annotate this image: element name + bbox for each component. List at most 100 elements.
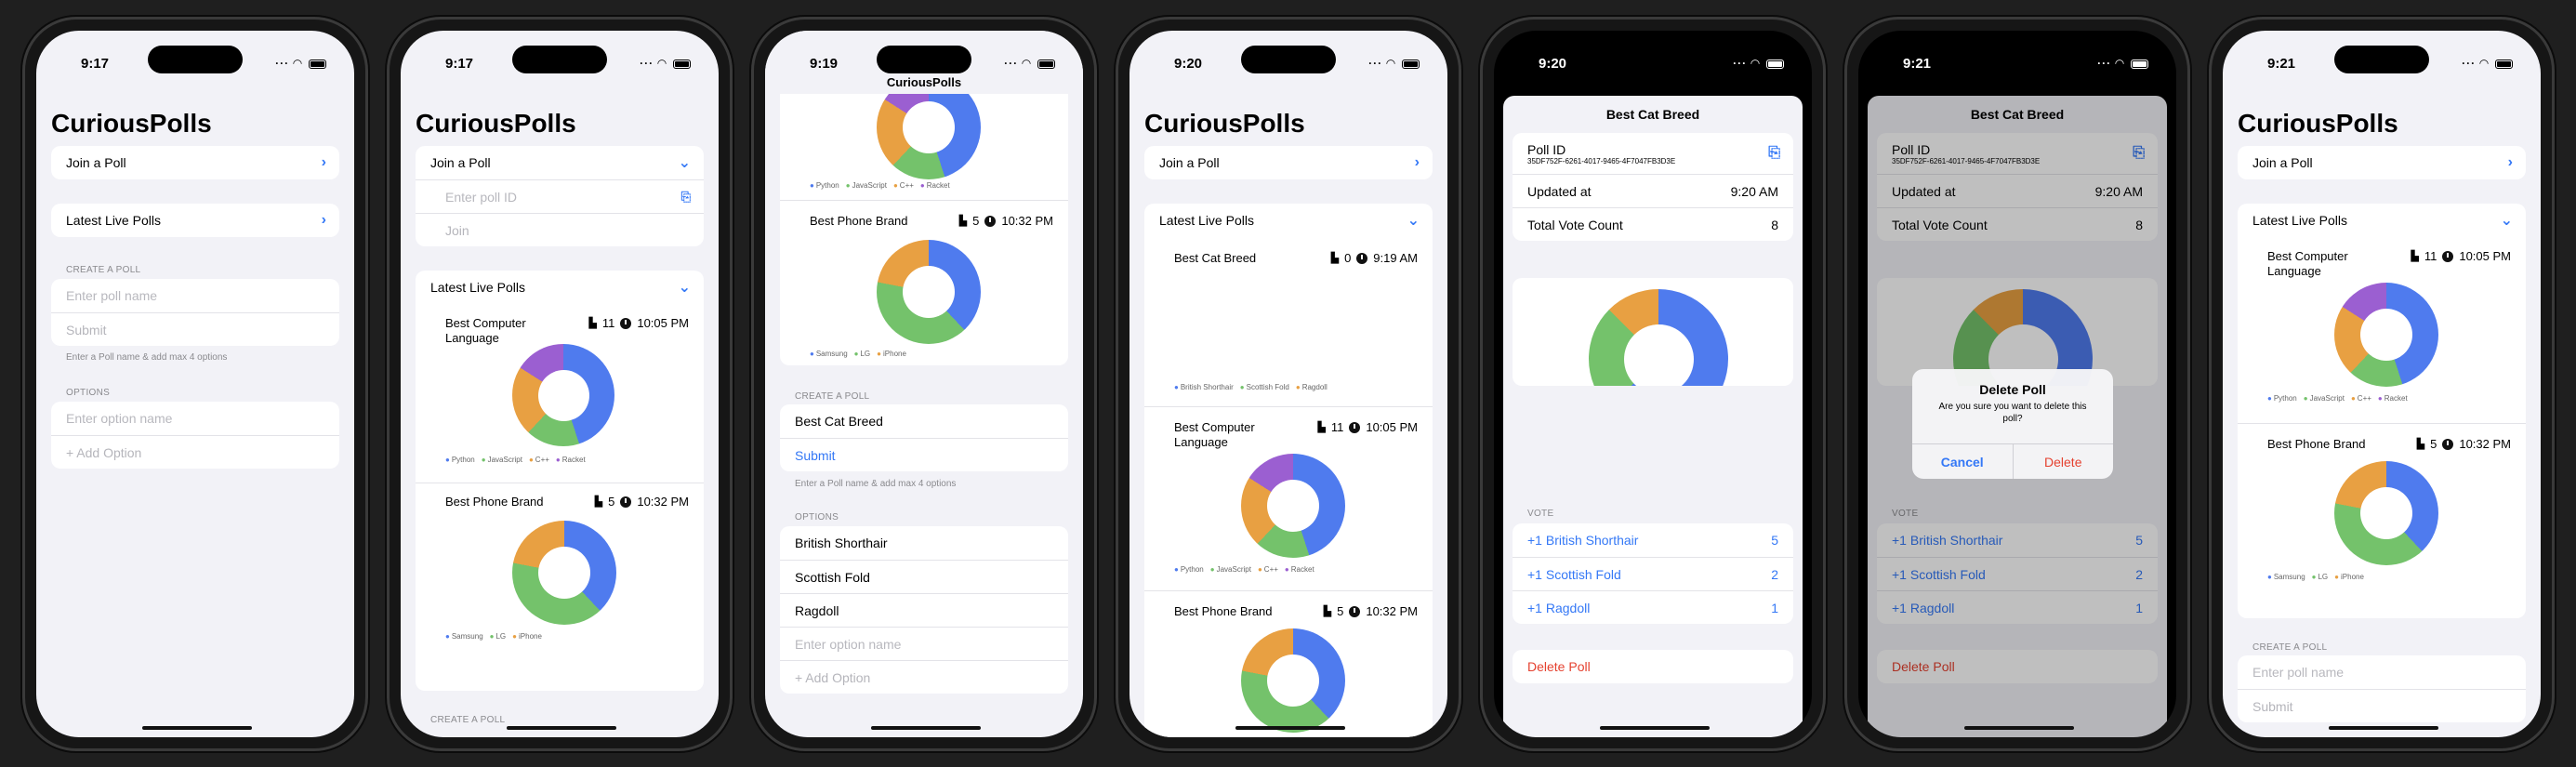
donut-chart <box>1241 454 1345 558</box>
latest-polls-label: Latest Live Polls <box>1159 213 1254 228</box>
chevron-right-icon: › <box>1414 154 1420 170</box>
inline-nav-title: CuriousPolls <box>886 75 962 89</box>
paste-icon[interactable]: ⎘ <box>681 190 691 205</box>
poll-title: Best Computer Language <box>445 316 526 345</box>
join-poll-card[interactable]: Join a Poll › <box>2238 146 2526 179</box>
cancel-button[interactable]: Cancel <box>1912 444 2013 479</box>
status-icons: ··· ◠ <box>2097 57 2148 70</box>
join-poll-row[interactable]: Join a Poll › <box>2238 146 2526 179</box>
chart-card: British ShorthairScottish FoldRagdoll <box>1513 278 1793 386</box>
poll-id-row[interactable]: Poll ID 35DF752F-6261-4017-9465-4F7047FB… <box>1513 133 1793 174</box>
screen-home-after-delete: 9:21 ··· ◠ CuriousPolls Join a Poll › Lat… <box>2223 31 2541 737</box>
poll-item-language[interactable]: Best Computer Language ▙ 11 10:05 PM Pytho… <box>1144 407 1433 589</box>
poll-item-phone[interactable]: Best Phone Brand ▙ 5 10:32 PM SamsungLGiPh… <box>780 201 1068 364</box>
status-bar: 9:17 ··· ◠ <box>36 31 354 79</box>
poll-time: 10:32 PM <box>2459 437 2511 451</box>
phone-frame-1: 9:17 ··· ◠ CuriousPolls Join a Poll › Lat… <box>22 17 368 751</box>
vote-ragdoll[interactable]: +1 Ragdoll 1 <box>1513 590 1793 624</box>
vote-british-shorthair[interactable]: +1 British Shorthair 5 <box>1513 523 1793 557</box>
add-option-button[interactable]: + Add Option <box>51 435 339 469</box>
screen-create-filled: 9:19 ··· ◠ CuriousPolls PythonJavaScript… <box>765 31 1083 737</box>
alert-title: Delete Poll <box>1979 382 2046 397</box>
status-icons: ··· ◠ <box>640 57 691 70</box>
poll-meta: ▙ 11 10:05 PM <box>588 316 689 330</box>
poll-time: 10:05 PM <box>1366 420 1418 434</box>
latest-polls-row[interactable]: Latest Live Polls ⌄ <box>1144 204 1433 237</box>
option-row[interactable]: Scottish Fold <box>780 560 1068 593</box>
battery-icon <box>1037 59 1055 69</box>
latest-polls-label: Latest Live Polls <box>66 213 161 228</box>
option-row[interactable]: British Shorthair <box>780 526 1068 560</box>
page-title: CuriousPolls <box>1144 109 1305 138</box>
bar-chart-icon: ▙ <box>2416 439 2425 450</box>
poll-item-phone[interactable]: Best Phone Brand ▙ 5 10:32 PM <box>1144 591 1433 737</box>
copy-icon[interactable]: ⎘ <box>1768 145 1780 162</box>
phone-frame-4: 9:20 ··· ◠ CuriousPolls Join a Poll › Lat… <box>1116 17 1461 751</box>
donut-chart <box>877 240 981 344</box>
latest-polls-card: Latest Live Polls ⌄ Best Computer Languag… <box>2238 204 2526 618</box>
vote-card: +1 British Shorthair 5 +1 Scottish Fold 2 … <box>1513 523 1793 624</box>
latest-polls-label: Latest Live Polls <box>2252 213 2347 228</box>
poll-name-input[interactable]: Enter poll name <box>51 279 339 312</box>
delete-card: Delete Poll <box>1513 650 1793 683</box>
poll-name-input[interactable]: Best Cat Breed <box>780 404 1068 438</box>
join-button[interactable]: Join <box>416 213 704 246</box>
option-name-input[interactable]: Enter option name <box>780 627 1068 660</box>
join-poll-row[interactable]: Join a Poll › <box>51 146 339 179</box>
chart-legend: SamsungLGiPhone <box>2267 573 2364 581</box>
chart-legend: SamsungLGiPhone <box>445 632 542 641</box>
page-title: CuriousPolls <box>416 109 576 138</box>
submit-button[interactable]: Submit <box>51 312 339 346</box>
option-row[interactable]: Ragdoll <box>780 593 1068 627</box>
submit-button[interactable]: Submit <box>2238 689 2526 722</box>
chevron-right-icon: › <box>321 212 326 228</box>
status-time: 9:20 <box>1174 56 1203 72</box>
option-name-input[interactable]: Enter option name <box>51 402 339 435</box>
delete-alert: Delete Poll Are you sure you want to del… <box>1912 369 2113 479</box>
home-indicator <box>507 726 616 730</box>
poll-time: 9:19 AM <box>1373 251 1418 265</box>
vote-count: 5 <box>972 214 980 228</box>
submit-button[interactable]: Submit <box>780 438 1068 471</box>
bar-chart-icon: ▙ <box>1330 253 1340 264</box>
poll-id-input[interactable]: Enter poll ID ⎘ <box>416 179 704 213</box>
latest-polls-row[interactable]: Latest Live Polls ⌄ <box>2238 204 2526 237</box>
latest-polls-row[interactable]: Latest Live Polls ⌄ <box>416 271 704 304</box>
join-poll-card[interactable]: Join a Poll › <box>51 146 339 179</box>
poll-item-cat[interactable]: Best Cat Breed ▙ 0 9:19 AM British Shortha… <box>1144 238 1433 405</box>
poll-name-input[interactable]: Enter poll name <box>2238 655 2526 689</box>
latest-polls-row[interactable]: Latest Live Polls › <box>51 204 339 237</box>
create-footnote: Enter a Poll name & add max 4 options <box>795 479 957 489</box>
join-poll-card[interactable]: Join a Poll › <box>1144 146 1433 179</box>
poll-item-phone[interactable]: Best Phone Brand ▙ 5 10:32 PM SamsungLGiPh… <box>2238 424 2526 610</box>
chevron-down-icon: ⌄ <box>678 155 691 171</box>
screen-live-polls: 9:20 ··· ◠ CuriousPolls Join a Poll › Lat… <box>1129 31 1447 737</box>
status-time: 9:17 <box>445 56 474 72</box>
page-title: CuriousPolls <box>2238 109 2398 138</box>
poll-title: Best Computer Language <box>2267 249 2348 278</box>
poll-item-language[interactable]: Best Computer Language ▙ 11 10:05 PM Pytho… <box>2238 238 2526 420</box>
latest-polls-card[interactable]: Latest Live Polls › <box>51 204 339 237</box>
poll-item-language[interactable]: Best Computer Language ▙ 11 10:05 PM Pytho… <box>416 305 704 482</box>
home-indicator <box>1964 726 2074 730</box>
join-poll-label: Join a Poll <box>2252 155 2313 170</box>
phone-frame-6: 9:21 ··· ◠ Best Cat Breed Poll ID 35DF75… <box>1844 17 2190 751</box>
latest-polls-label: Latest Live Polls <box>430 280 525 295</box>
join-poll-label: Join a Poll <box>66 155 126 170</box>
poll-item-phone[interactable]: Best Phone Brand ▙ 5 10:32 PM SamsungLGiPh… <box>416 483 704 669</box>
poll-id-label: Poll ID <box>1527 141 1566 157</box>
clock-icon <box>1349 421 1361 433</box>
screen-home-expanded: 9:17 ··· ◠ CuriousPolls Join a Poll ⌄ Ent… <box>401 31 719 737</box>
chevron-down-icon: ⌄ <box>1407 213 1420 229</box>
poll-meta: ▙ 11 10:05 PM <box>1317 420 1418 434</box>
bar-chart-icon: ▙ <box>1317 422 1326 433</box>
vote-scottish-fold[interactable]: +1 Scottish Fold 2 <box>1513 557 1793 590</box>
total-label: Total Vote Count <box>1527 217 1623 232</box>
confirm-delete-button[interactable]: Delete <box>2012 444 2114 479</box>
join-poll-row[interactable]: Join a Poll › <box>1144 146 1433 179</box>
join-poll-row[interactable]: Join a Poll ⌄ <box>416 146 704 179</box>
clock-icon <box>2442 438 2454 450</box>
delete-poll-button[interactable]: Delete Poll <box>1513 650 1793 683</box>
bar-chart-icon: ▙ <box>594 496 603 508</box>
add-option-button[interactable]: + Add Option <box>780 660 1068 694</box>
